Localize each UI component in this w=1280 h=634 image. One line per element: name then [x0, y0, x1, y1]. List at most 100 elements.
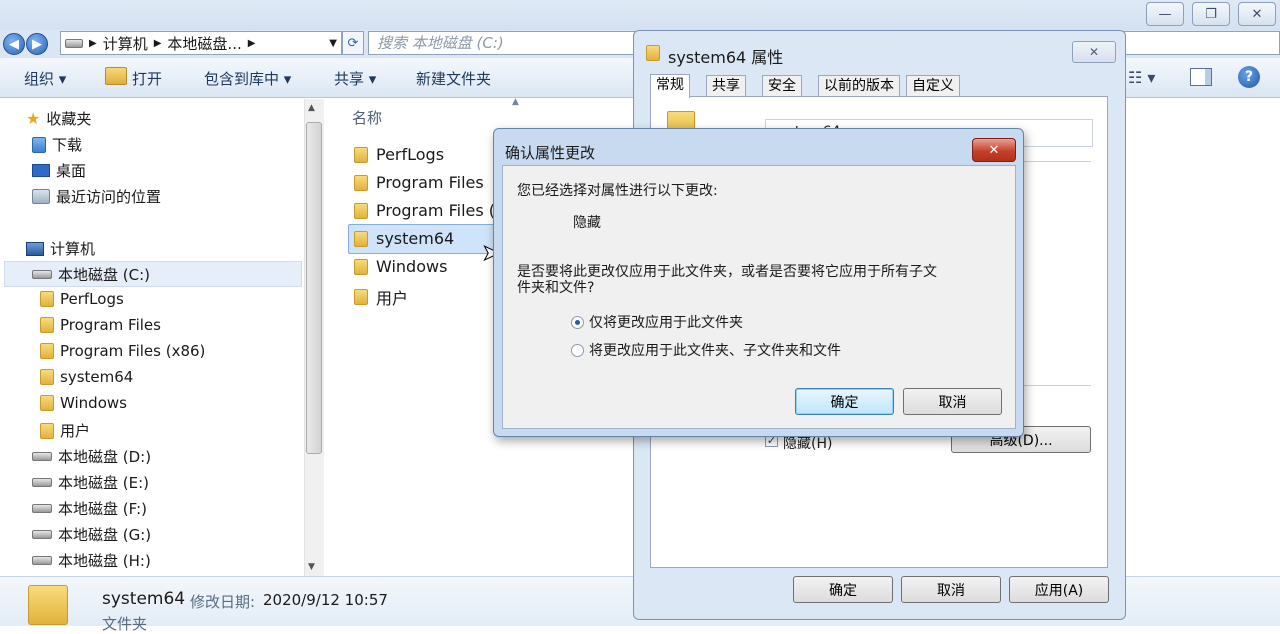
radio-selected-icon[interactable]: [571, 315, 584, 329]
option-this-folder-only[interactable]: 仅将更改应用于此文件夹: [571, 312, 743, 332]
tree-item-perflogs[interactable]: PerfLogs: [40, 290, 124, 308]
sort-ascending-icon: ▲: [512, 97, 519, 107]
star-icon: ★: [26, 109, 41, 128]
address-dropdown-icon[interactable]: ▼: [329, 38, 337, 49]
file-name: Program Files (: [376, 201, 496, 220]
drive-icon: [32, 556, 52, 565]
radio-unselected-icon[interactable]: [571, 343, 584, 357]
sidebar-item-drive-c[interactable]: 本地磁盘 (C:): [32, 264, 150, 285]
file-row[interactable]: 用户: [354, 285, 408, 309]
sidebar-item-desktop[interactable]: 桌面: [32, 160, 86, 181]
file-name: Windows: [376, 257, 448, 276]
tab-security[interactable]: 安全: [762, 75, 802, 97]
file-row[interactable]: Windows: [354, 257, 447, 276]
folder-icon: [354, 202, 368, 219]
computer-label: 计算机: [50, 240, 96, 258]
sidebar-item-label: 本地磁盘 (D:): [58, 448, 152, 466]
back-button[interactable]: ◀: [3, 33, 25, 55]
help-icon[interactable]: ?: [1238, 66, 1260, 88]
properties-apply-button[interactable]: 应用(A): [1009, 576, 1109, 603]
properties-ok-button[interactable]: 确定: [793, 576, 893, 603]
new-folder-button[interactable]: 新建文件夹: [416, 68, 491, 89]
sidebar-item-recent[interactable]: 最近访问的位置: [32, 186, 161, 207]
large-folder-icon: [28, 585, 68, 625]
details-modified-label: 修改日期:: [190, 593, 256, 611]
forward-button[interactable]: ▶: [26, 33, 48, 55]
breadcrumb-computer[interactable]: 计算机: [103, 33, 148, 54]
minimize-button[interactable]: —: [1146, 2, 1184, 26]
file-row[interactable]: Program Files: [354, 173, 484, 192]
folder-icon: [40, 343, 54, 359]
scroll-up-icon[interactable]: ▲: [308, 103, 315, 113]
sidebar-item-label: 本地磁盘 (G:): [58, 526, 152, 544]
tree-item-program-files[interactable]: Program Files: [40, 316, 161, 334]
downloads-icon: [32, 136, 46, 153]
drive-icon: [32, 530, 52, 539]
sidebar-item-drive-h[interactable]: 本地磁盘 (H:): [32, 550, 151, 571]
confirm-question-line2: 件夹和文件?: [517, 280, 595, 296]
breadcrumb-separator-icon: ▶: [247, 37, 256, 49]
file-row[interactable]: PerfLogs: [354, 145, 444, 164]
sidebar-item-label: 桌面: [56, 162, 87, 180]
column-header-name[interactable]: 名称: [352, 107, 382, 128]
sidebar-item-downloads[interactable]: 下载: [32, 134, 82, 155]
sidebar-item-drive-e[interactable]: 本地磁盘 (E:): [32, 472, 149, 493]
folder-icon: [354, 174, 368, 191]
sidebar-item-drive-f[interactable]: 本地磁盘 (F:): [32, 498, 147, 519]
folder-icon: [40, 291, 54, 307]
confirm-ok-button[interactable]: 确定: [795, 388, 894, 415]
sidebar-item-drive-g[interactable]: 本地磁盘 (G:): [32, 524, 151, 545]
option-folder-subfolders-files[interactable]: 将更改应用于此文件夹、子文件夹和文件: [571, 340, 841, 360]
open-button[interactable]: 打开: [132, 68, 162, 89]
refresh-button[interactable]: ⟳: [342, 31, 364, 55]
forward-arrow-icon: ▶: [32, 36, 42, 52]
confirm-dialog-body: 您已经选择对属性进行以下更改: 隐藏 是否要将此更改仅应用于此文件夹，或者是否要…: [502, 165, 1016, 429]
navigation-scroll-thumb[interactable]: [306, 122, 322, 454]
confirm-close-button[interactable]: ✕: [972, 138, 1016, 162]
breadcrumb-drive[interactable]: 本地磁盘...: [167, 33, 241, 54]
tree-item-windows[interactable]: Windows: [40, 394, 127, 412]
details-modified-value: 2020/9/12 10:57: [263, 591, 388, 609]
favorites-node[interactable]: ★ 收藏夹: [26, 108, 91, 129]
tree-item-system64[interactable]: system64: [40, 368, 133, 386]
drive-icon: [32, 478, 52, 487]
preview-pane-icon[interactable]: [1190, 68, 1212, 86]
tree-item-label: Program Files (x86): [60, 342, 206, 360]
breadcrumb-separator-icon: ▶: [153, 37, 162, 49]
close-button[interactable]: ✕: [1238, 2, 1276, 26]
computer-node[interactable]: 计算机: [26, 238, 95, 259]
tree-item-label: 用户: [60, 422, 91, 440]
tree-item-label: Windows: [60, 394, 127, 412]
tab-previous-versions[interactable]: 以前的版本: [818, 75, 900, 97]
address-bar[interactable]: ▶ 计算机 ▶ 本地磁盘... ▶ ▼: [60, 31, 342, 55]
drive-icon: [65, 38, 83, 48]
sidebar-item-drive-d[interactable]: 本地磁盘 (D:): [32, 446, 151, 467]
tab-sharing[interactable]: 共享: [706, 75, 746, 97]
organize-button[interactable]: 组织 ▾: [24, 68, 66, 89]
tree-item-program-files-x86[interactable]: Program Files (x86): [40, 342, 205, 360]
include-library-button[interactable]: 包含到库中 ▾: [204, 68, 291, 89]
file-name: PerfLogs: [376, 145, 445, 164]
view-options-icon[interactable]: ☷ ▾: [1128, 68, 1155, 87]
share-button[interactable]: 共享 ▾: [334, 68, 376, 89]
breadcrumb-separator-icon: ▶: [89, 37, 97, 49]
sidebar-item-label: 本地磁盘 (H:): [58, 552, 151, 570]
tree-item-label: PerfLogs: [60, 290, 124, 308]
details-type: 文件夹: [102, 615, 148, 633]
folder-icon: [354, 258, 368, 275]
restore-button[interactable]: ❐: [1192, 2, 1230, 26]
drive-icon: [32, 452, 52, 461]
file-row[interactable]: Program Files (: [354, 201, 495, 220]
scroll-down-icon[interactable]: ▼: [308, 562, 315, 572]
tree-item-label: Program Files: [60, 316, 161, 334]
option-label: 仅将更改应用于此文件夹: [589, 315, 743, 331]
sidebar-item-label: 下载: [52, 136, 83, 154]
tab-general[interactable]: 常规: [650, 74, 690, 98]
tree-item-users[interactable]: 用户: [40, 420, 90, 441]
confirm-cancel-button[interactable]: 取消: [903, 388, 1002, 415]
recent-places-icon: [32, 189, 50, 204]
properties-close-button[interactable]: ✕: [1072, 41, 1116, 63]
properties-cancel-button[interactable]: 取消: [901, 576, 1001, 603]
file-row-selected[interactable]: system64: [354, 229, 454, 248]
tab-customize[interactable]: 自定义: [906, 75, 960, 97]
